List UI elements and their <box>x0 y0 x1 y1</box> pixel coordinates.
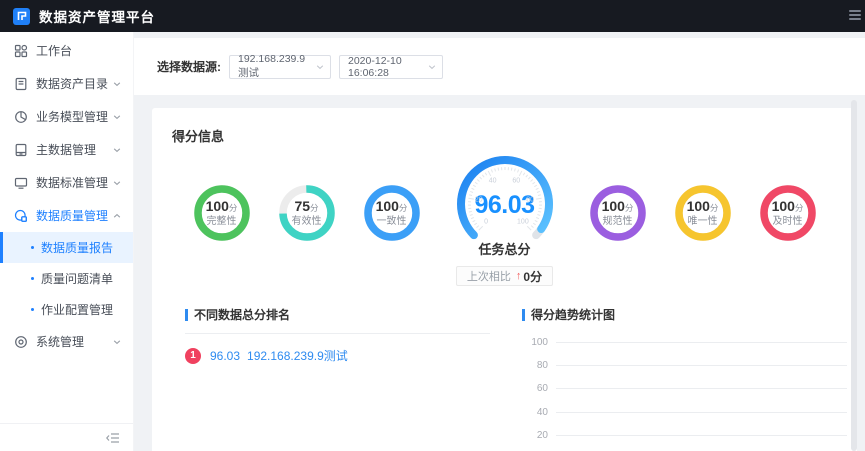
ring-completeness: 100分 完整性 <box>193 185 250 241</box>
chevron-down-icon <box>113 338 121 346</box>
y-axis-tick: 100 <box>531 336 548 348</box>
gauge-tick-label: 100 <box>517 218 529 226</box>
sidebar-subitem-job-config[interactable]: 作业配置管理 <box>0 294 133 325</box>
gridline <box>556 341 847 343</box>
y-axis-tick: 40 <box>536 406 548 418</box>
sidebar: 工作台 数据资产目录 业务模型管理 主数据管理 数据标准管理 数据质量管理 数据… <box>0 32 134 451</box>
bullet-icon <box>31 277 34 280</box>
y-axis-tick: 80 <box>536 359 548 371</box>
sidebar-item-label: 系统管理 <box>36 335 85 349</box>
y-axis-tick: 60 <box>536 383 548 395</box>
gauge-tick-label: 0 <box>484 218 489 226</box>
datasource-select[interactable]: 192.168.239.9测试 <box>229 53 331 79</box>
sidebar-subitem-label: 作业配置管理 <box>41 303 114 317</box>
collapse-sidebar-icon[interactable] <box>106 432 120 444</box>
sidebar-subitem-label: 质量问题清单 <box>41 272 114 286</box>
arrow-up-icon: ↑ <box>515 270 522 282</box>
sidebar-subitem-quality-report[interactable]: 数据质量报告 <box>0 232 133 263</box>
app-logo-icon <box>13 7 30 25</box>
gridline <box>556 435 847 437</box>
sidebar-subitem-quality-issue-list[interactable]: 质量问题清单 <box>0 263 133 294</box>
sidebar-item-master-data[interactable]: 主数据管理 <box>0 133 133 166</box>
vertical-scrollbar[interactable] <box>851 100 857 451</box>
data-quality-icon <box>14 209 28 223</box>
hamburger-menu-icon[interactable] <box>849 8 863 24</box>
section-accent-bar <box>522 308 525 321</box>
data-standard-icon <box>14 176 28 190</box>
bullet-icon <box>31 246 34 249</box>
sidebar-item-label: 数据标准管理 <box>36 176 109 190</box>
ranking-section: 不同数据总分排名 1 96.03 192.168.239.9测试 <box>185 306 490 451</box>
master-data-icon <box>14 143 28 157</box>
sidebar-item-workbench[interactable]: 工作台 <box>0 34 133 67</box>
sidebar-item-label: 业务模型管理 <box>36 110 109 124</box>
section-accent-bar <box>185 308 188 321</box>
trend-section-title: 得分趋势统计图 <box>531 308 616 322</box>
y-axis-tick: 20 <box>536 430 548 442</box>
sidebar-item-label: 工作台 <box>36 44 73 58</box>
filter-bar: 选择数据源: 192.168.239.9测试 2020-12-10 16:06:… <box>134 38 865 95</box>
chevron-down-icon <box>113 179 121 187</box>
compare-to-last-badge: 上次相比 ↑ 0分 <box>455 266 554 286</box>
gear-icon <box>14 335 28 349</box>
ring-normativity: 100分 规范性 <box>589 185 646 241</box>
sidebar-item-system-management[interactable]: 系统管理 <box>0 325 133 358</box>
gauge-dial: 96.03 0 20 40 60 80 100 <box>450 149 560 259</box>
datasource-select-value: 192.168.239.9测试 <box>238 53 306 79</box>
ring-timeliness: 100分 及时性 <box>759 185 816 241</box>
business-model-icon <box>14 110 28 124</box>
ranking-list-item[interactable]: 1 96.03 192.168.239.9测试 <box>185 347 490 364</box>
sidebar-item-data-standard[interactable]: 数据标准管理 <box>0 166 133 199</box>
ranking-section-title: 不同数据总分排名 <box>194 308 291 322</box>
chevron-up-icon <box>113 212 121 220</box>
datetime-select-value: 2020-12-10 16:06:28 <box>348 54 402 79</box>
gauge-value: 96.03 <box>474 191 535 219</box>
gauge-tick-label: 80 <box>526 196 535 204</box>
top-navbar: 数据资产管理平台 <box>0 0 865 32</box>
trend-chart: 100 80 60 40 20 0 <box>522 336 847 451</box>
app-title: 数据资产管理平台 <box>39 10 155 25</box>
gridline <box>556 388 847 390</box>
divider <box>185 333 490 334</box>
ring-validity: 75分 有效性 <box>278 185 335 241</box>
sidebar-subitem-label: 数据质量报告 <box>41 241 114 255</box>
rank-datasource-link[interactable]: 192.168.239.9测试 <box>247 347 348 364</box>
datasource-select-label: 选择数据源: <box>157 60 221 74</box>
gauge-tick-label: 40 <box>488 177 497 185</box>
score-info-card: 得分信息 100分 完整性 75分 有效性 100分 一致性 96.03 0 2… <box>152 108 857 451</box>
chevron-down-icon <box>113 146 121 154</box>
ring-uniqueness: 100分 唯一性 <box>674 185 731 241</box>
sidebar-item-business-model[interactable]: 业务模型管理 <box>0 100 133 133</box>
sidebar-footer <box>0 423 133 451</box>
trend-section: 得分趋势统计图 100 80 60 40 20 0 <box>522 306 847 451</box>
ring-consistency: 100分 一致性 <box>363 185 420 241</box>
card-title: 得分信息 <box>172 129 225 144</box>
total-score-gauge: 96.03 0 20 40 60 80 100 任务总分 上次相比 ↑ 0分 <box>449 149 561 286</box>
sidebar-item-label: 主数据管理 <box>36 143 97 157</box>
chevron-down-icon <box>428 63 436 71</box>
rank-badge: 1 <box>185 347 201 364</box>
gridline <box>556 364 847 366</box>
main-content: 选择数据源: 192.168.239.9测试 2020-12-10 16:06:… <box>134 32 865 451</box>
bullet-icon <box>31 308 34 311</box>
gauge-tick-label: 60 <box>512 177 521 185</box>
datetime-select[interactable]: 2020-12-10 16:06:28 <box>339 54 443 79</box>
catalog-file-icon <box>14 77 28 91</box>
gauge-row: 100分 完整性 75分 有效性 100分 一致性 96.03 0 20 40 … <box>172 149 837 286</box>
sidebar-item-data-quality[interactable]: 数据质量管理 <box>0 199 133 232</box>
sidebar-item-label: 数据质量管理 <box>36 209 109 223</box>
gridline <box>556 411 847 413</box>
rank-score: 96.03 <box>210 348 241 363</box>
workbench-grid-icon <box>14 44 28 58</box>
chevron-down-icon <box>113 113 121 121</box>
chevron-down-icon <box>113 80 121 88</box>
sidebar-item-data-asset-catalog[interactable]: 数据资产目录 <box>0 67 133 100</box>
gauge-tick-label: 20 <box>474 196 483 204</box>
chevron-down-icon <box>316 63 324 71</box>
sidebar-item-label: 数据资产目录 <box>36 77 109 91</box>
